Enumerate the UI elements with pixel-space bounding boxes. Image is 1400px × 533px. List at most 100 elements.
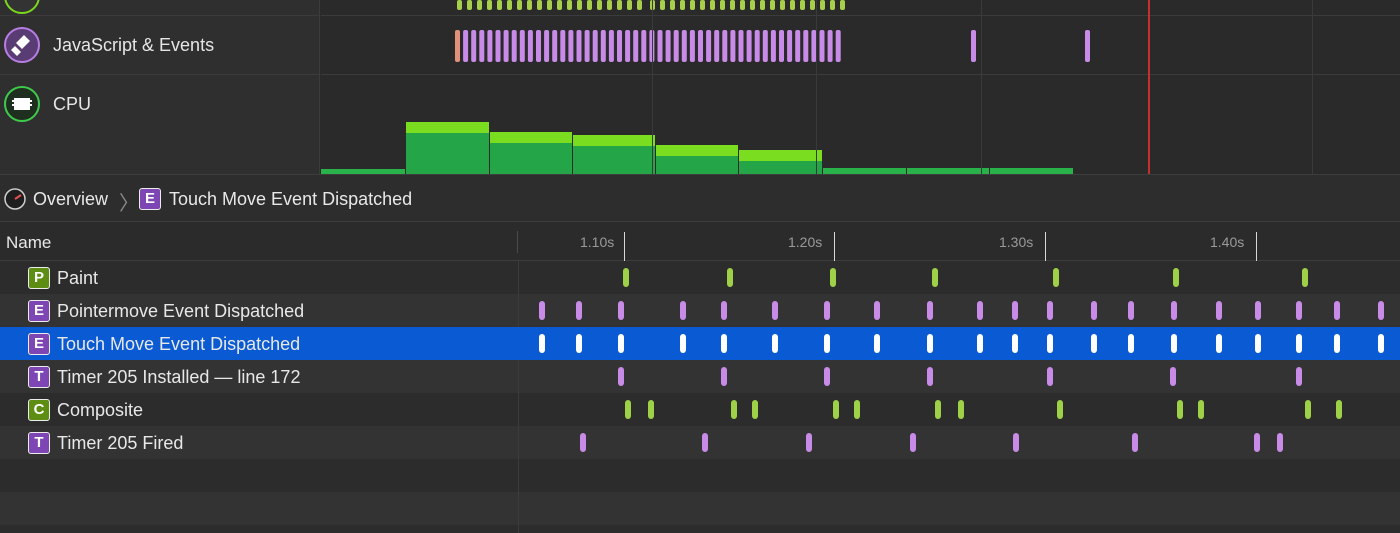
record-mark[interactable] — [1012, 334, 1018, 353]
record-mark[interactable] — [1334, 301, 1340, 320]
record-mark[interactable] — [1091, 334, 1097, 353]
record-mark[interactable] — [927, 367, 933, 386]
record-mark[interactable] — [1057, 400, 1063, 419]
record-mark[interactable] — [1173, 268, 1179, 287]
record-mark[interactable] — [1254, 433, 1260, 452]
frame-mark — [607, 0, 612, 10]
event-mark — [819, 30, 825, 62]
record-mark[interactable] — [623, 268, 629, 287]
record-mark[interactable] — [539, 301, 545, 320]
current-time-marker[interactable] — [1148, 0, 1150, 174]
record-mark[interactable] — [721, 301, 727, 320]
record-mark[interactable] — [1171, 334, 1177, 353]
record-mark[interactable] — [576, 334, 582, 353]
record-mark[interactable] — [1198, 400, 1204, 419]
record-mark[interactable] — [910, 433, 916, 452]
record-mark[interactable] — [1053, 268, 1059, 287]
track-javascript-events[interactable]: JavaScript & Events — [0, 16, 320, 75]
record-mark[interactable] — [1216, 334, 1222, 353]
record-mark[interactable] — [830, 268, 836, 287]
record-mark[interactable] — [824, 367, 830, 386]
track-rendering-lane[interactable] — [321, 0, 1400, 16]
record-mark[interactable] — [1091, 301, 1097, 320]
record-mark[interactable] — [1047, 334, 1053, 353]
track-cpu-lane[interactable] — [321, 75, 1400, 174]
track-javascript-lane[interactable] — [321, 16, 1400, 75]
record-mark[interactable] — [1302, 268, 1308, 287]
record-mark[interactable] — [1170, 367, 1176, 386]
record-mark[interactable] — [680, 301, 686, 320]
record-mark[interactable] — [618, 301, 624, 320]
record-mark[interactable] — [680, 334, 686, 353]
record-mark[interactable] — [935, 400, 941, 419]
record-mark[interactable] — [1128, 334, 1134, 353]
record-mark[interactable] — [648, 400, 654, 419]
record-mark[interactable] — [1296, 301, 1302, 320]
record-mark[interactable] — [927, 301, 933, 320]
table-row-timer-installed[interactable]: T Timer 205 Installed — line 172 — [0, 360, 1400, 393]
table-row-touch-move[interactable]: E Touch Move Event Dispatched — [0, 327, 1400, 360]
record-mark[interactable] — [927, 334, 933, 353]
table-row-timer-fired[interactable]: T Timer 205 Fired — [0, 426, 1400, 459]
table-row-paint[interactable]: P Paint — [0, 261, 1400, 294]
record-mark[interactable] — [772, 301, 778, 320]
track-rendering[interactable] — [0, 0, 320, 16]
record-mark[interactable] — [874, 301, 880, 320]
record-mark[interactable] — [702, 433, 708, 452]
record-mark[interactable] — [1334, 334, 1340, 353]
record-mark[interactable] — [618, 367, 624, 386]
breadcrumb-overview[interactable]: Overview — [33, 189, 108, 210]
record-mark[interactable] — [1305, 400, 1311, 419]
record-mark[interactable] — [1128, 301, 1134, 320]
record-mark[interactable] — [1013, 433, 1019, 452]
record-mark[interactable] — [625, 400, 631, 419]
record-mark[interactable] — [580, 433, 586, 452]
record-mark[interactable] — [806, 433, 812, 452]
record-mark[interactable] — [731, 400, 737, 419]
table-row-composite[interactable]: C Composite — [0, 393, 1400, 426]
record-mark[interactable] — [727, 268, 733, 287]
record-mark[interactable] — [977, 334, 983, 353]
record-mark[interactable] — [854, 400, 860, 419]
record-mark[interactable] — [824, 301, 830, 320]
record-mark[interactable] — [772, 334, 778, 353]
record-mark[interactable] — [1378, 334, 1384, 353]
record-mark[interactable] — [1277, 433, 1283, 452]
record-mark[interactable] — [721, 334, 727, 353]
record-mark[interactable] — [1255, 301, 1261, 320]
record-mark[interactable] — [1336, 400, 1342, 419]
record-mark[interactable] — [958, 400, 964, 419]
record-mark[interactable] — [1296, 367, 1302, 386]
track-cpu[interactable]: CPU — [0, 75, 320, 174]
record-mark[interactable] — [539, 334, 545, 353]
tick-mark — [834, 232, 835, 261]
name-column-header[interactable]: Name — [6, 233, 51, 253]
record-mark[interactable] — [1255, 334, 1261, 353]
record-mark[interactable] — [1047, 301, 1053, 320]
event-mark — [665, 30, 671, 62]
record-mark[interactable] — [1177, 400, 1183, 419]
record-mark[interactable] — [1378, 301, 1384, 320]
frame-mark — [780, 0, 785, 10]
record-mark[interactable] — [1296, 334, 1302, 353]
record-mark[interactable] — [752, 400, 758, 419]
record-mark[interactable] — [977, 301, 983, 320]
record-mark[interactable] — [1171, 301, 1177, 320]
breadcrumb-current[interactable]: Touch Move Event Dispatched — [169, 189, 412, 210]
record-mark[interactable] — [932, 268, 938, 287]
overview-icon[interactable] — [3, 187, 27, 211]
record-mark[interactable] — [1012, 301, 1018, 320]
record-mark[interactable] — [874, 334, 880, 353]
record-mark[interactable] — [576, 301, 582, 320]
event-mark — [706, 30, 712, 62]
column-resize-handle[interactable] — [517, 231, 518, 253]
record-mark[interactable] — [833, 400, 839, 419]
record-mark[interactable] — [1047, 367, 1053, 386]
record-mark[interactable] — [824, 334, 830, 353]
event-mark — [487, 30, 493, 62]
record-mark[interactable] — [1216, 301, 1222, 320]
record-mark[interactable] — [721, 367, 727, 386]
record-mark[interactable] — [1132, 433, 1138, 452]
table-row-pointermove[interactable]: E Pointermove Event Dispatched — [0, 294, 1400, 327]
record-mark[interactable] — [618, 334, 624, 353]
